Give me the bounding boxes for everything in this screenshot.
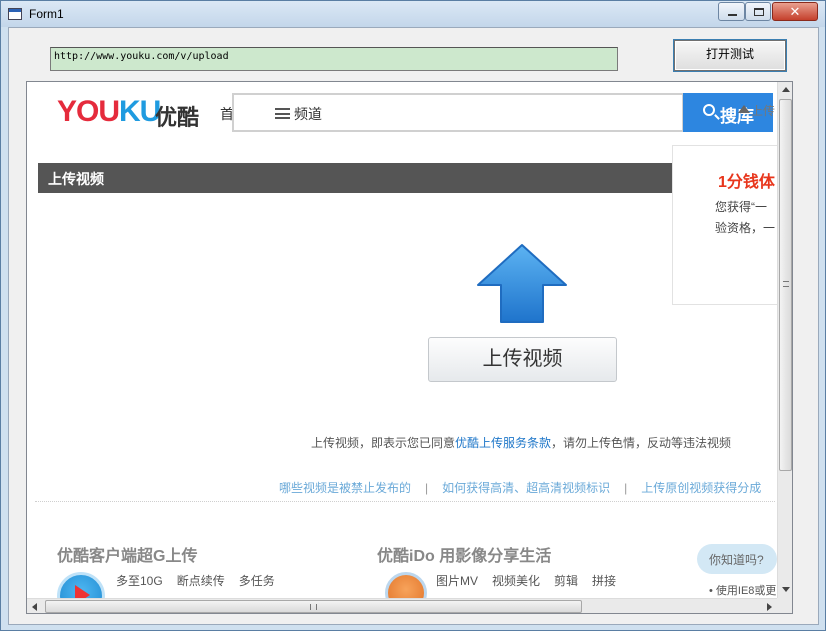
web-browser-control[interactable]: YOUKU 优酷 首 频道 搜库 上传 上传视频 1分钱体 您获得“一 验资格，… — [26, 81, 793, 614]
window-title: Form1 — [29, 7, 64, 21]
feature-tags: 图片MV 视频美化 剪辑 拼接 — [436, 574, 617, 588]
upload-arrow-icon — [738, 105, 750, 113]
grip-icon — [310, 604, 317, 610]
vertical-scroll-thumb[interactable] — [779, 99, 792, 471]
open-test-button[interactable]: 打开测试 — [674, 40, 786, 71]
site-header: YOUKU 优酷 首 频道 搜库 上传 — [27, 82, 777, 137]
scroll-left-icon[interactable] — [32, 603, 37, 611]
horizontal-scroll-thumb[interactable] — [45, 600, 582, 613]
promo-text-line: 验资格，一 — [715, 221, 776, 235]
close-icon: ✕ — [789, 4, 801, 19]
feature-ido: 优酷iDo 用影像分享生活 图片MV 视频美化 剪辑 拼接 — [377, 542, 616, 613]
youku-logo[interactable]: YOUKU — [57, 95, 161, 129]
help-link-forbidden[interactable]: 哪些视频是被禁止发布的 — [279, 481, 411, 495]
tip-text: • 使用IE8或更 — [709, 585, 777, 597]
form-icon — [8, 8, 22, 20]
divider — [35, 501, 775, 502]
vertical-scrollbar[interactable] — [777, 82, 792, 598]
terms-notice: 上传视频，即表示您已同意优酷上传服务条款，请勿上传色情，反动等违法视频 — [311, 436, 732, 450]
horizontal-scrollbar[interactable] — [27, 598, 777, 613]
scroll-right-icon[interactable] — [767, 603, 772, 611]
promo-title: 1分钱体 — [718, 174, 775, 191]
form-client-area: http://www.youku.com/v/upload 打开测试 YOUKU… — [8, 27, 819, 625]
scroll-up-icon[interactable] — [782, 87, 790, 92]
title-bar[interactable]: Form1 ✕ — [1, 1, 825, 27]
app-window: Form1 ✕ http://www.youku.com/v/upload 打开… — [0, 0, 826, 631]
youku-logo-chinese: 优酷 — [155, 105, 200, 130]
grip-icon — [783, 281, 789, 287]
up-arrow-icon[interactable] — [476, 243, 568, 325]
search-box[interactable]: 频道 — [232, 93, 684, 132]
upload-link[interactable]: 上传 — [751, 102, 775, 119]
help-link-revenue[interactable]: 上传原创视频获得分成 — [641, 481, 761, 495]
help-link-hd[interactable]: 如何获得高清、超高清视频标识 — [442, 481, 610, 495]
menu-icon — [275, 108, 290, 119]
channel-dropdown[interactable]: 频道 — [294, 104, 322, 124]
feature-tags: 多至10G 断点续传 多任务 — [116, 574, 275, 588]
close-button[interactable]: ✕ — [772, 2, 818, 21]
promo-panel[interactable]: 1分钱体 您获得“一 验资格，一 — [672, 145, 782, 305]
scroll-down-icon[interactable] — [782, 587, 790, 592]
minimize-button[interactable] — [718, 2, 745, 21]
help-links: 哪些视频是被禁止发布的 | 如何获得高清、超高清视频标识 | 上传原创视频获得分成 — [279, 479, 761, 496]
terms-link[interactable]: 优酷上传服务条款 — [455, 436, 551, 450]
minimize-icon — [728, 14, 737, 16]
promo-text-line: 您获得“一 — [715, 200, 767, 214]
maximize-icon — [754, 8, 764, 16]
maximize-button[interactable] — [745, 2, 771, 21]
search-icon — [703, 104, 715, 116]
section-title: 上传视频 — [38, 163, 674, 193]
feature-title[interactable]: 优酷iDo 用影像分享生活 — [377, 542, 551, 566]
separator: | — [425, 481, 429, 495]
upload-video-button[interactable]: 上传视频 — [428, 337, 617, 382]
feature-client-upload: 优酷客户端超G上传 多至10G 断点续传 多任务 — [57, 542, 275, 613]
scrollbar-corner — [777, 598, 792, 613]
tip-bubble: 你知道吗? — [697, 544, 777, 574]
url-input[interactable]: http://www.youku.com/v/upload — [50, 47, 618, 71]
feature-title[interactable]: 优酷客户端超G上传 — [57, 542, 197, 566]
separator: | — [624, 481, 628, 495]
